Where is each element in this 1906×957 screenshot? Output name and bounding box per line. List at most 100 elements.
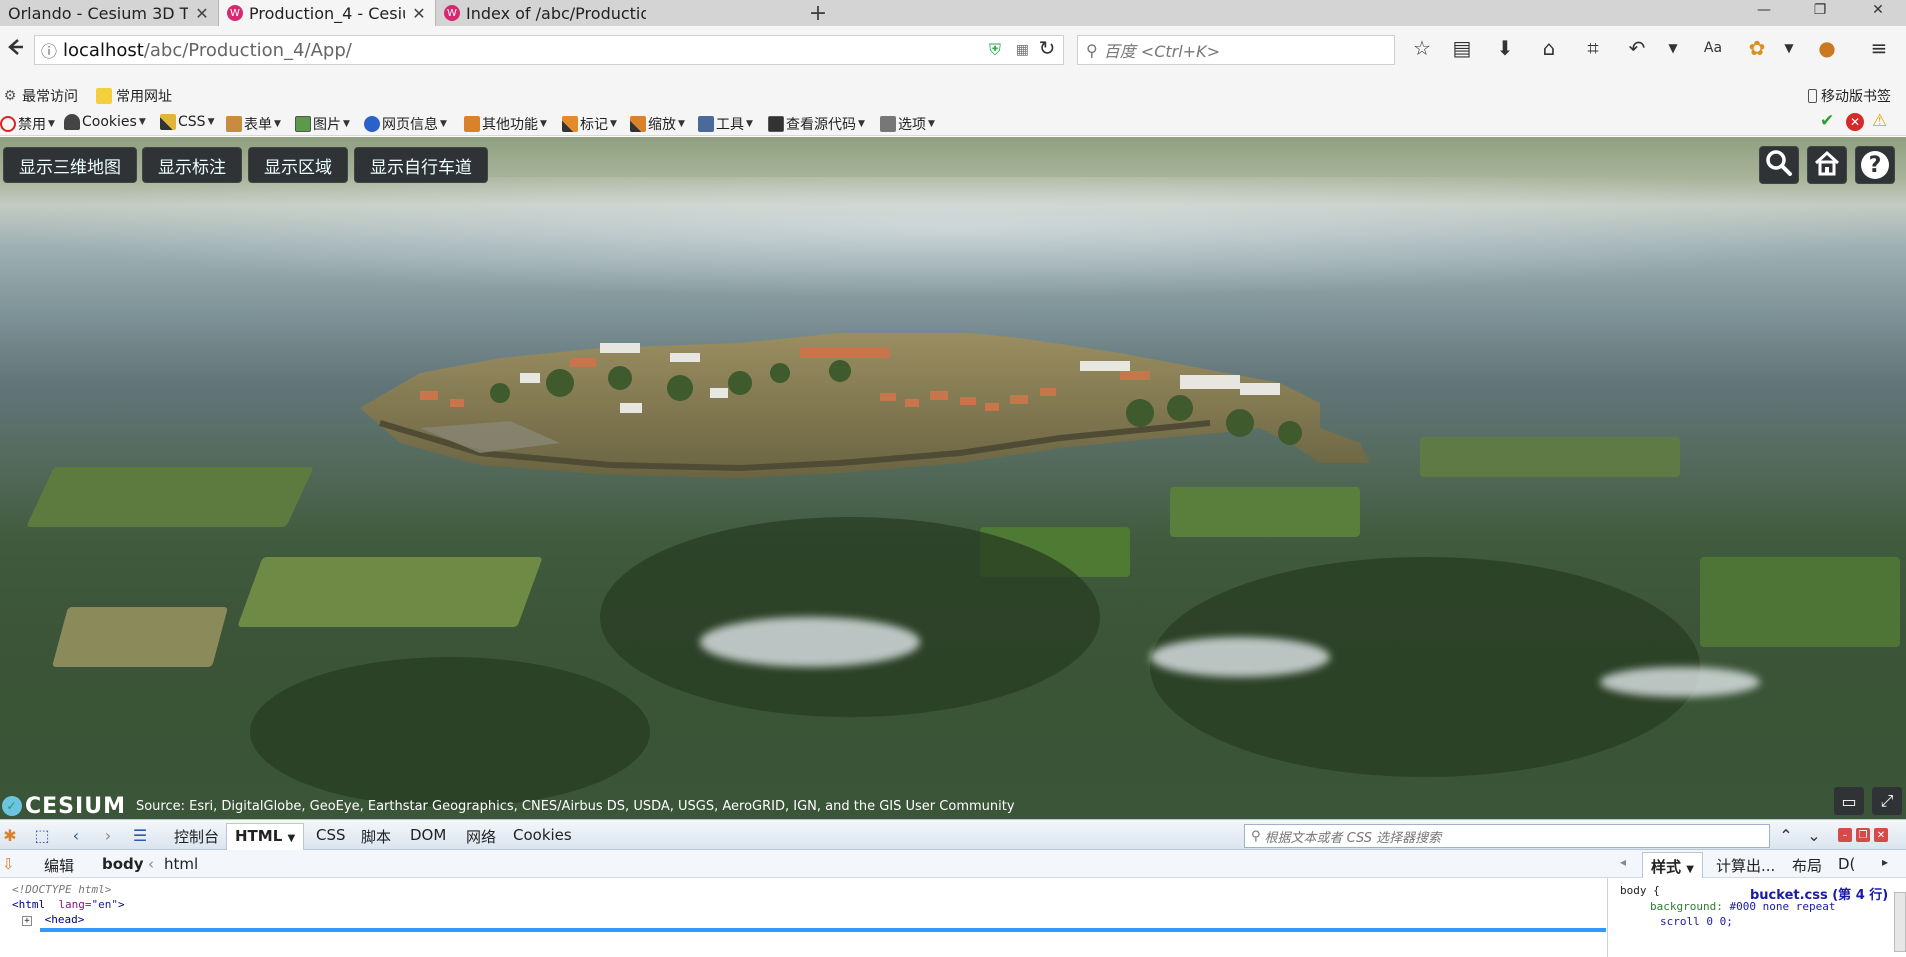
show-3d-map-button[interactable]: 显示三维地图 <box>3 147 137 183</box>
close-devtools-icon[interactable]: ✕ <box>1874 828 1888 842</box>
reload-icon[interactable]: ↻ <box>1034 35 1060 61</box>
favicon-icon: W <box>227 5 243 21</box>
side-tab-layout[interactable]: 布局 <box>1792 855 1822 876</box>
tab-script[interactable]: 脚本 <box>361 826 391 847</box>
inspect-icon[interactable]: ⬚ <box>32 826 52 845</box>
imagery-credit: Source: Esri, DigitalGlobe, GeoEye, Eart… <box>135 798 1015 814</box>
info-icon[interactable]: ⓘ <box>35 38 63 62</box>
vr-button[interactable]: ▭ <box>1834 787 1864 815</box>
3d-tileset-model[interactable] <box>360 333 1475 503</box>
tab-html[interactable]: HTML ▼ <box>226 823 305 850</box>
help-icon: ? <box>1861 151 1889 179</box>
side-tab-dom[interactable]: D( <box>1838 855 1855 873</box>
cesium-viewer[interactable]: 显示三维地图 显示标注 显示区域 显示自行车道 ? ✓ CESIUM Sourc… <box>0 137 1906 819</box>
error-icon[interactable]: ✕ <box>1846 113 1864 131</box>
devbar-outline[interactable]: 标记 ▼ <box>562 114 617 134</box>
tab-console[interactable]: 控制台 <box>174 826 219 847</box>
chevron-up-icon[interactable]: ⌃ <box>1776 826 1796 845</box>
restore-button[interactable]: ❐ <box>1800 0 1840 20</box>
tab-css[interactable]: CSS <box>316 826 346 844</box>
new-tab-button[interactable]: + <box>804 0 832 26</box>
tab-dom[interactable]: DOM <box>410 826 446 844</box>
bookmark-common-sites[interactable]: 常用网址 <box>96 86 172 106</box>
chevron-down-icon[interactable]: ▼ <box>1776 35 1802 61</box>
qr-code-icon[interactable]: ▦ <box>1016 42 1029 58</box>
minimize-button[interactable]: — <box>1744 0 1784 20</box>
home-icon[interactable]: ⌂ <box>1536 35 1562 61</box>
devbar-css[interactable]: CSS ▼ <box>160 114 214 130</box>
html-tree-panel[interactable]: <!DOCTYPE html> <html lang="en"> + <head… <box>0 878 1608 957</box>
devbar-cookies[interactable]: Cookies ▼ <box>64 114 146 130</box>
check-icon[interactable]: ✔ <box>1820 111 1834 131</box>
cesium-logo[interactable]: ✓ CESIUM <box>2 794 126 819</box>
head-tag: <head> <box>44 913 85 926</box>
show-labels-button[interactable]: 显示标注 <box>142 147 242 183</box>
close-window-button[interactable]: ✕ <box>1858 0 1898 20</box>
geocoder-search-button[interactable] <box>1759 146 1799 184</box>
breadcrumb-html[interactable]: html <box>164 855 198 873</box>
chevron-left-icon[interactable]: ◂ <box>1620 855 1626 869</box>
pin-icon[interactable]: ⇩ <box>2 855 15 873</box>
reading-list-icon[interactable]: ▤ <box>1449 35 1475 61</box>
tab-production-4[interactable]: W Production_4 - Cesium 3D ✕ <box>218 0 436 26</box>
translate-icon[interactable]: Aa <box>1700 35 1726 61</box>
side-tab-computed[interactable]: 计算出... <box>1716 855 1775 876</box>
shield-icon[interactable]: ⛨ <box>989 40 1001 60</box>
firebug-icon[interactable]: ✱ <box>0 826 20 845</box>
devbar-disable[interactable]: 禁用 ▼ <box>0 114 55 134</box>
bookmark-most-visited[interactable]: ⚙ 最常访问 <box>2 86 78 106</box>
head-node[interactable]: + <head> <box>22 913 84 926</box>
show-bike-lanes-button[interactable]: 显示自行车道 <box>354 147 488 183</box>
html-node[interactable]: <html lang="en"> <box>12 898 125 911</box>
devbar-resize[interactable]: 缩放 ▼ <box>630 114 685 134</box>
devtools-search-input[interactable]: ⚲ 根据文本或者 CSS 选择器搜索 <box>1244 824 1770 848</box>
scrollbar[interactable] <box>1894 892 1906 952</box>
star-icon[interactable]: ☆ <box>1409 35 1435 61</box>
show-areas-button[interactable]: 显示区域 <box>248 147 348 183</box>
chevron-down-icon[interactable]: ⌄ <box>1804 826 1824 845</box>
back-arrow-icon[interactable] <box>2 34 28 60</box>
devbar-forms[interactable]: 表单 ▼ <box>226 114 281 134</box>
tree-indent-icon[interactable]: ☰ <box>130 826 150 845</box>
chevron-down-icon: ▼ <box>138 117 146 127</box>
web-developer-toolbar: 禁用 ▼ Cookies ▼ CSS ▼ 表单 ▼ 图片 ▼ 网页信息 ▼ 其他功能 ▼ 标记… <box>0 108 1906 136</box>
chevron-right-icon[interactable]: › <box>98 826 118 845</box>
devbar-options[interactable]: 选项 ▼ <box>880 114 935 134</box>
user-icon[interactable]: ● <box>1814 35 1840 61</box>
close-icon[interactable]: ✕ <box>411 4 427 23</box>
side-tab-style[interactable]: 样式 ▼ <box>1642 852 1703 878</box>
style-panel[interactable]: body { bucket.css (第 4 行) background: #0… <box>1610 878 1906 957</box>
search-field[interactable]: ⚲ 百度 <Ctrl+K> <box>1077 35 1395 65</box>
chevron-right-icon[interactable]: ▸ <box>1882 855 1888 869</box>
undo-icon[interactable]: ↶ <box>1624 35 1650 61</box>
menu-icon[interactable]: ≡ <box>1866 35 1892 61</box>
download-icon[interactable]: ⬇ <box>1492 35 1518 61</box>
devbar-images[interactable]: 图片 ▼ <box>295 114 350 134</box>
tab-network[interactable]: 网络 <box>466 826 496 847</box>
tab-orlando[interactable]: Orlando - Cesium 3D Tiles ger ✕ <box>0 0 218 26</box>
devbar-page-info[interactable]: 网页信息 ▼ <box>364 114 447 134</box>
chevron-down-icon[interactable]: ▼ <box>1660 35 1686 61</box>
devbar-misc[interactable]: 其他功能 ▼ <box>464 114 547 134</box>
devbar-tools[interactable]: 工具 ▼ <box>698 114 753 134</box>
breadcrumb-body[interactable]: body <box>102 855 144 873</box>
edit-button[interactable]: 编辑 <box>44 855 74 876</box>
devbar-label: 标记 <box>580 117 608 133</box>
chevron-left-icon[interactable]: ‹ <box>66 826 86 845</box>
bookmark-mobile[interactable]: 移动版书签 <box>1808 86 1891 106</box>
close-icon[interactable]: ✕ <box>194 4 210 23</box>
detach-devtools-icon[interactable]: ❐ <box>1856 828 1870 842</box>
url-bar[interactable]: ⓘ localhost /abc/Production_4/App/ ⛨ ▦ <box>34 35 1064 65</box>
tab-cookies[interactable]: Cookies <box>513 826 572 844</box>
minimize-devtools-icon[interactable]: – <box>1838 828 1852 842</box>
help-button[interactable]: ? <box>1855 146 1895 184</box>
tab-index-of[interactable]: W Index of /abc/Production_ <box>436 0 654 26</box>
warning-icon[interactable]: ⚠ <box>1872 111 1887 131</box>
expand-icon[interactable]: + <box>22 916 32 926</box>
extension-icon[interactable]: ✿ <box>1744 35 1770 61</box>
home-view-button[interactable] <box>1807 146 1847 184</box>
crop-icon[interactable]: ⌗ <box>1580 35 1606 61</box>
fullscreen-button[interactable]: ⤢ <box>1872 787 1902 815</box>
bookmark-label: 移动版书签 <box>1821 89 1891 105</box>
devbar-view-source[interactable]: 查看源代码 ▼ <box>768 114 865 134</box>
